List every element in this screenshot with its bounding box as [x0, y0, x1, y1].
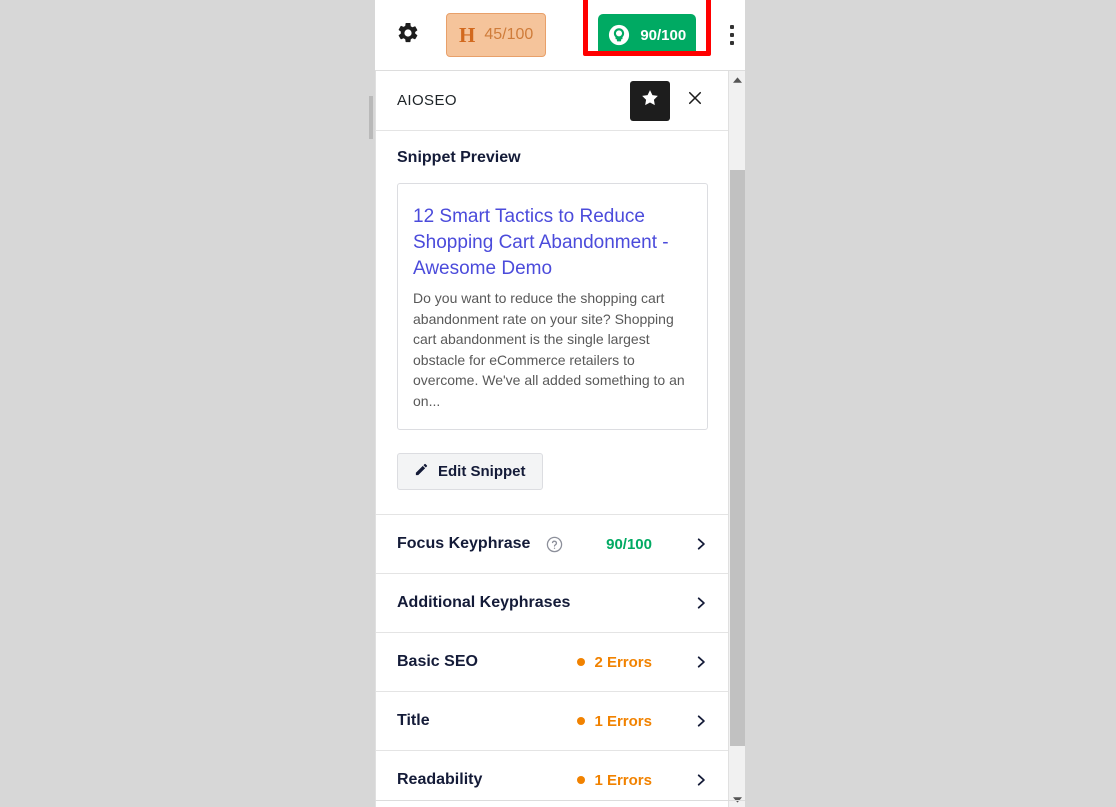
aioseo-panel-content: AIOSEO Snippet Preview 12 Smart Tactics …	[376, 71, 729, 807]
error-count-label: 2 Errors	[594, 653, 652, 671]
panel-scrollbar[interactable]	[728, 71, 745, 807]
scroll-up-arrow-icon	[732, 71, 742, 89]
more-vertical-icon	[730, 25, 735, 29]
status-badge: 1 Errors	[577, 713, 652, 730]
panel-resize-handle[interactable]	[369, 96, 373, 139]
aioseo-sidebar-panel: AIOSEO Snippet Preview 12 Smart Tactics …	[375, 71, 745, 807]
row-title[interactable]: Title 1 Errors	[376, 692, 729, 751]
edit-snippet-label: Edit Snippet	[438, 463, 526, 480]
error-dot-icon	[577, 658, 586, 666]
status-badge: 2 Errors	[577, 654, 652, 671]
chevron-right-icon	[694, 655, 708, 669]
editor-toolbar: H 45/100 90/100	[375, 0, 745, 71]
row-score: 90/100	[606, 535, 652, 553]
more-vertical-icon-dot3	[730, 41, 735, 45]
scroll-up-button[interactable]	[729, 71, 745, 88]
help-circle-icon[interactable]	[546, 536, 563, 553]
error-count-label: 1 Errors	[594, 712, 652, 730]
scrollbar-thumb[interactable]	[730, 170, 745, 746]
row-readability[interactable]: Readability 1 Errors	[376, 751, 729, 807]
panel-header: AIOSEO	[376, 71, 729, 131]
aioseo-logo-icon	[608, 24, 630, 46]
snippet-preview-box: 12 Smart Tactics to Reduce Shopping Cart…	[397, 183, 708, 430]
scroll-down-button[interactable]	[729, 790, 745, 807]
star-icon	[640, 88, 660, 113]
panel-bottom-divider	[375, 800, 745, 801]
snippet-preview-section: Snippet Preview 12 Smart Tactics to Redu…	[376, 131, 729, 515]
gear-icon	[396, 21, 420, 50]
aioseo-score-container: 90/100	[583, 0, 712, 56]
status-badge: 1 Errors	[577, 772, 652, 789]
settings-gear-button[interactable]	[393, 20, 423, 50]
row-label: Basic SEO	[397, 653, 478, 670]
pencil-icon	[414, 462, 429, 481]
chevron-right-icon	[694, 537, 708, 551]
row-additional-keyphrases[interactable]: Additional Keyphrases	[376, 574, 729, 633]
error-count-label: 1 Errors	[594, 771, 652, 789]
row-basic-seo[interactable]: Basic SEO 2 Errors	[376, 633, 729, 692]
app-root: H 45/100 90/100 AIOSEO Snippet Preview 1…	[0, 0, 1116, 807]
snippet-preview-heading: Snippet Preview	[397, 149, 521, 166]
error-dot-icon	[577, 776, 586, 784]
edit-snippet-button[interactable]: Edit Snippet	[397, 453, 543, 490]
chevron-right-icon	[694, 773, 708, 787]
aioseo-score-button[interactable]: 90/100	[598, 14, 697, 56]
row-label: Title	[397, 712, 430, 729]
more-options-button[interactable]	[721, 18, 743, 52]
row-focus-keyphrase[interactable]: Focus Keyphrase 90/100	[376, 515, 729, 574]
scroll-down-arrow-icon	[732, 790, 742, 807]
pin-favorite-button[interactable]	[630, 80, 670, 121]
chevron-right-icon	[694, 714, 708, 728]
row-label: Additional Keyphrases	[397, 594, 571, 611]
row-label: Focus Keyphrase	[397, 535, 531, 552]
snippet-title[interactable]: 12 Smart Tactics to Reduce Shopping Cart…	[413, 204, 692, 282]
aioseo-score-value: 90/100	[640, 26, 687, 44]
chevron-right-icon	[694, 596, 708, 610]
more-vertical-icon-dot2	[730, 33, 735, 37]
hscore-letter: H	[459, 22, 476, 47]
panel-title: AIOSEO	[397, 92, 457, 109]
close-icon	[686, 89, 704, 112]
hscore-badge-button[interactable]: H 45/100	[446, 13, 547, 57]
snippet-description: Do you want to reduce the shopping cart …	[413, 290, 685, 409]
close-panel-button[interactable]	[678, 84, 712, 118]
error-dot-icon	[577, 717, 586, 725]
row-label: Readability	[397, 771, 483, 788]
hscore-value: 45/100	[484, 26, 534, 43]
